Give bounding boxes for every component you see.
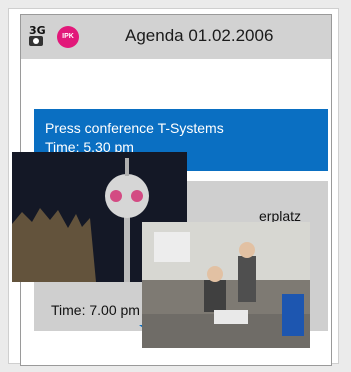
event-time-partial: Time: 7.00 pm bbox=[51, 302, 140, 318]
meeting-photo-drawing bbox=[142, 222, 310, 348]
agenda-header: 3G IPK Agenda 01.02.2006 bbox=[21, 15, 331, 59]
agenda-title: Agenda 01.02.2006 bbox=[125, 26, 274, 45]
3g-icon: 3G bbox=[29, 25, 51, 47]
meeting-room-photo bbox=[142, 222, 310, 348]
event-title: Press conference T-Systems bbox=[45, 120, 224, 136]
ipk-logo: IPK bbox=[57, 26, 79, 48]
